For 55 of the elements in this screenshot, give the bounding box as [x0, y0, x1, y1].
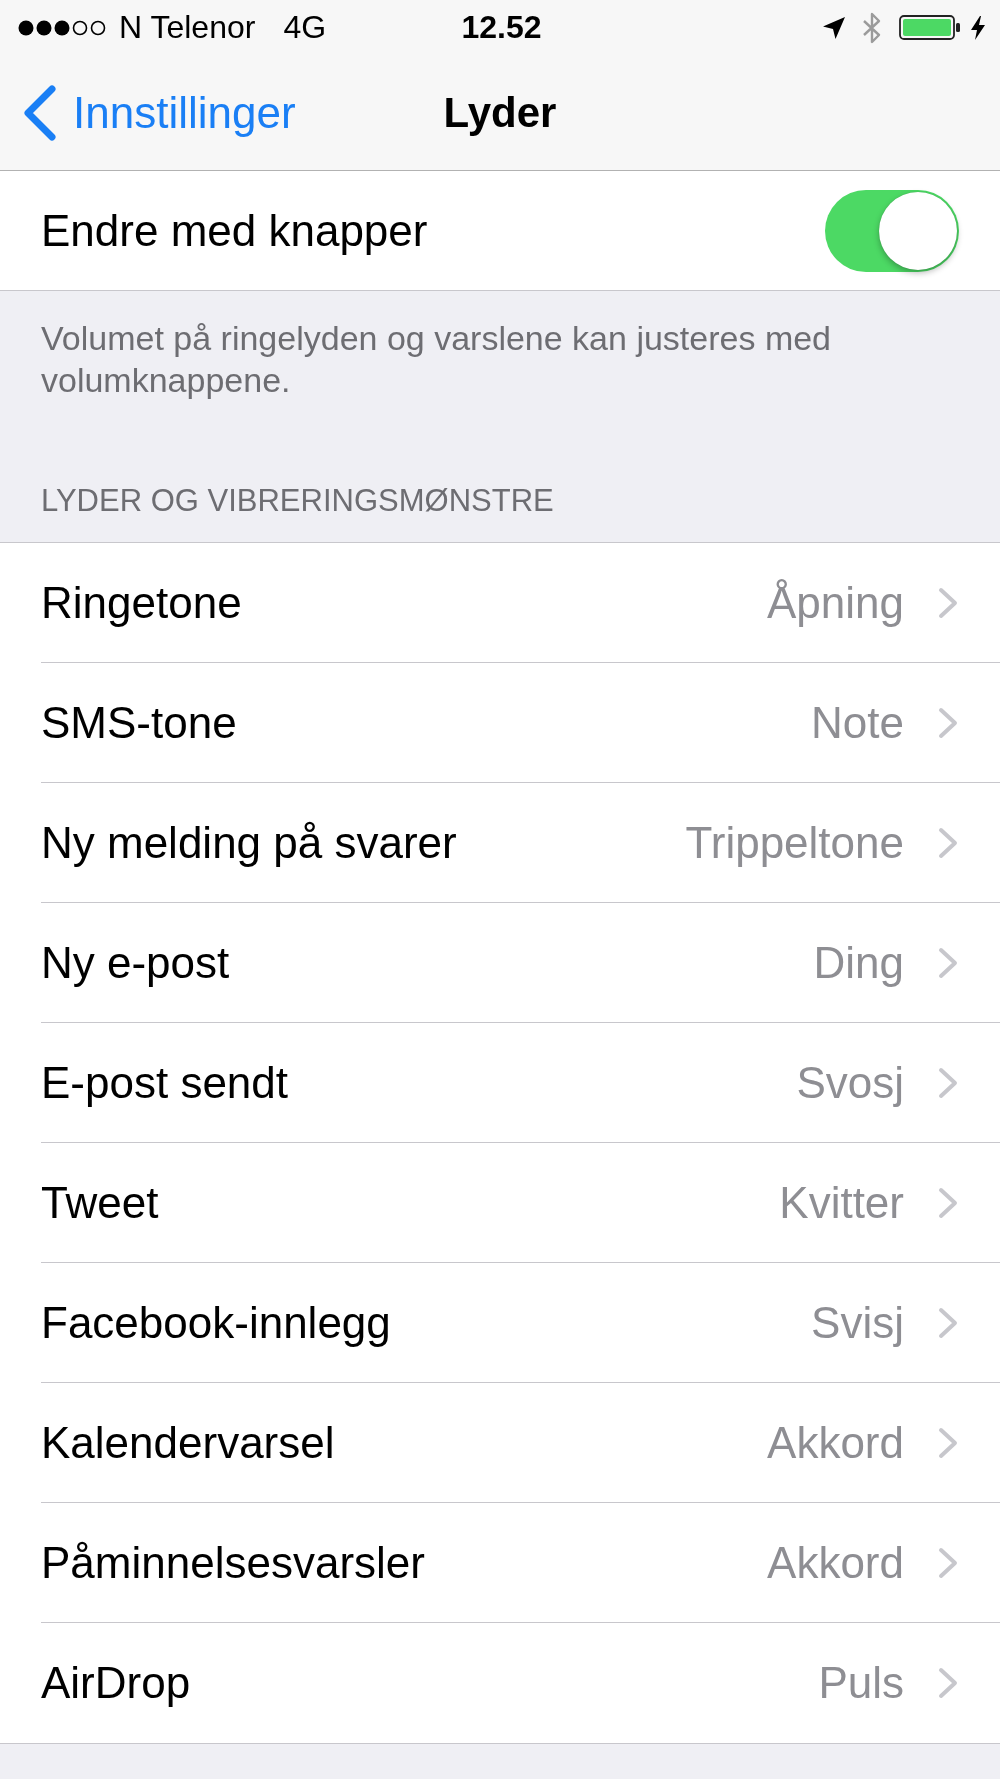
settings-row[interactable]: SMS-tone Note [0, 663, 1000, 783]
location-arrow-icon [823, 16, 845, 39]
chevron-right-icon [938, 946, 959, 979]
row-value: Kvitter [779, 1177, 904, 1228]
chevron-right-icon [938, 586, 959, 619]
row-value: Akkord [767, 1417, 904, 1468]
row-label: Ringetone [41, 577, 242, 628]
chevron-right-icon [938, 1667, 959, 1699]
settings-row[interactable]: E-post sendt Svosj [0, 1023, 1000, 1143]
row-label: AirDrop [41, 1658, 191, 1708]
page-title: Lyder [443, 88, 557, 137]
settings-row[interactable]: Ringetone Åpning [0, 543, 1000, 663]
bluetooth-icon [861, 10, 883, 45]
chevron-right-icon [938, 1426, 959, 1459]
settings-row[interactable]: AirDrop Puls [0, 1623, 1000, 1743]
chevron-right-icon [938, 826, 959, 859]
row-label: Endre med knapper [41, 205, 429, 256]
row-label: E-post sendt [41, 1057, 289, 1108]
row-label: Facebook-innlegg [41, 1297, 391, 1348]
network-type: 4G [283, 9, 327, 46]
row-label: Ny e-post [41, 937, 230, 988]
row-label: Påminnelsesvarsler [41, 1537, 425, 1588]
settings-row[interactable]: Facebook-innlegg Svisj [0, 1263, 1000, 1383]
chevron-right-icon [938, 1546, 959, 1579]
back-chevron-icon [22, 84, 56, 141]
chevron-right-icon [938, 1306, 959, 1339]
row-value: Trippeltone [685, 817, 904, 868]
chevron-right-icon [938, 706, 959, 739]
row-value: Puls [818, 1658, 904, 1708]
settings-row[interactable]: Tweet Kvitter [0, 1143, 1000, 1263]
back-button[interactable]: Innstillinger [22, 84, 296, 141]
row-value: Note [811, 697, 904, 748]
row-label: Tweet [41, 1177, 159, 1228]
battery-icon [899, 15, 961, 40]
toggle-switch[interactable] [825, 189, 959, 272]
chevron-right-icon [938, 1066, 959, 1099]
row-value: Åpning [767, 577, 904, 628]
carrier-name: N Telenor [119, 9, 256, 46]
clock-time: 12.52 [461, 9, 542, 46]
row-value: Svosj [796, 1057, 904, 1108]
footer-note: Volumet på ringelyden og varslene kan justeres med volumknappene. [41, 318, 833, 401]
settings-row[interactable]: Ny e-post Ding [0, 903, 1000, 1023]
row-label: SMS-tone [41, 697, 237, 748]
signal-strength-icon [18, 19, 106, 36]
row-label: Ny melding på svarer [41, 817, 457, 868]
row-value: Akkord [767, 1537, 904, 1588]
row-label: Kalendervarsel [41, 1417, 335, 1468]
section-header: LYDER OG VIBRERINGSMØNSTRE [41, 482, 555, 520]
settings-row[interactable]: Kalendervarsel Akkord [0, 1383, 1000, 1503]
row-value: Ding [813, 937, 904, 988]
charging-bolt-icon [971, 15, 985, 40]
settings-row[interactable]: Ny melding på svarer Trippeltone [0, 783, 1000, 903]
row-value: Svisj [811, 1297, 904, 1348]
chevron-right-icon [938, 1186, 959, 1219]
settings-row[interactable]: Påminnelsesvarsler Akkord [0, 1503, 1000, 1623]
